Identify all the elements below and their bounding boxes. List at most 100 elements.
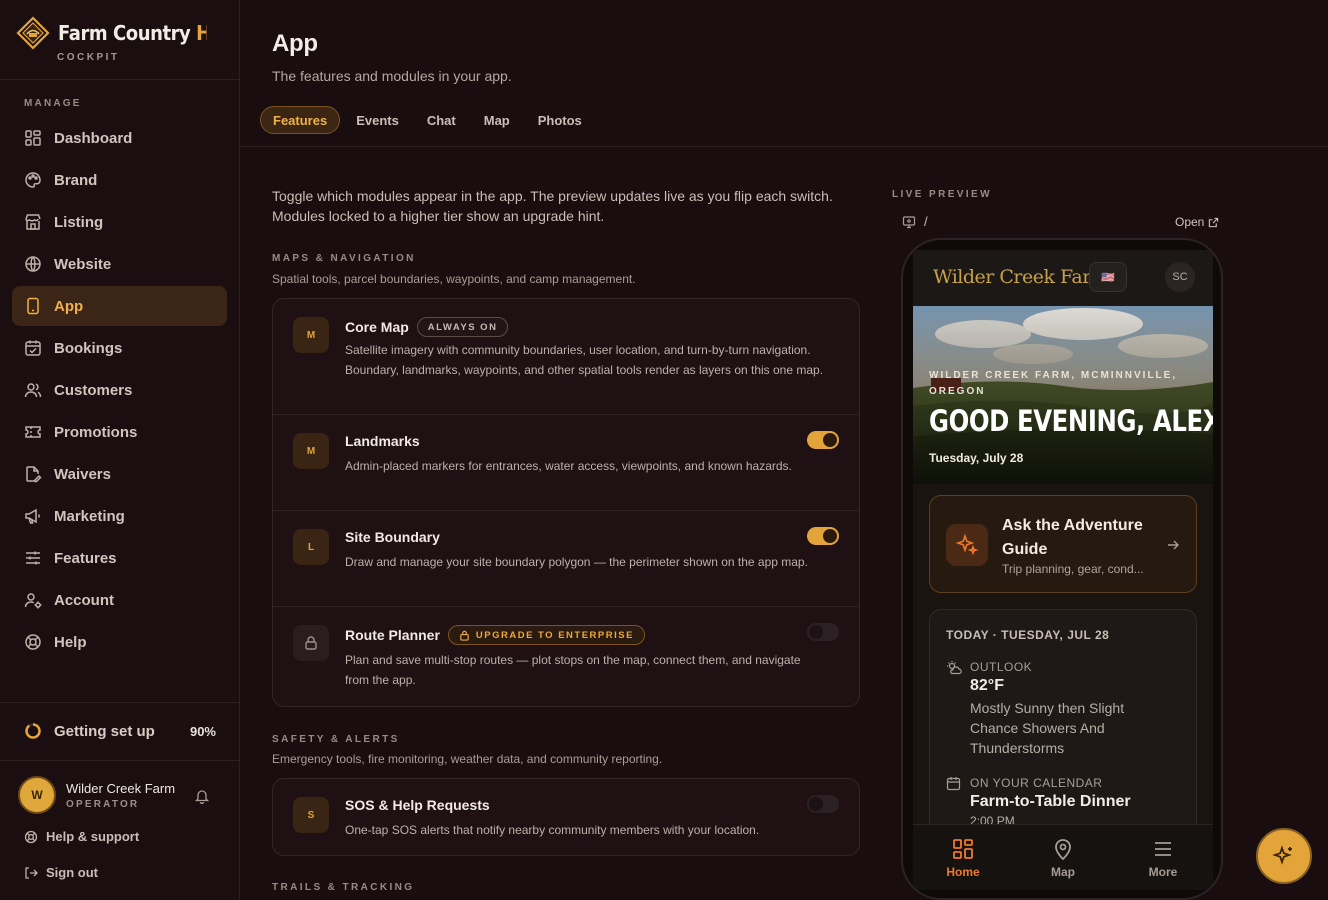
sign-out-link[interactable]: Sign out — [24, 865, 98, 880]
brand-logo-icon — [16, 16, 50, 50]
tab-events[interactable]: Events — [344, 106, 411, 134]
outlook-label: OUTLOOK — [970, 660, 1033, 674]
route-planner-toggle[interactable] — [807, 623, 839, 641]
hero-banner: WILDER CREEK FARM, MCMINNVILLE, OREGON G… — [913, 306, 1213, 484]
arrow-right-icon — [1168, 540, 1179, 550]
module-desc: Satellite imagery with community boundar… — [345, 343, 824, 377]
app-logo: Wilder Creek Farm — [933, 266, 1109, 288]
grid-icon — [953, 839, 973, 859]
globe-icon — [25, 256, 41, 272]
sidebar-item-features[interactable]: Features — [12, 538, 227, 578]
monitor-icon — [902, 215, 916, 228]
module-desc: Plan and save multi-stop routes — plot s… — [345, 653, 801, 687]
module-desc: Admin-placed markers for entrances, wate… — [345, 459, 792, 473]
sidebar-item-bookings[interactable]: Bookings — [12, 328, 227, 368]
sidebar-item-brand[interactable]: Brand — [12, 160, 227, 200]
tab-features[interactable]: Features — [260, 106, 341, 134]
main-content: App The features and modules in your app… — [240, 0, 1328, 900]
help-support-link[interactable]: Help & support — [24, 829, 139, 844]
module-card: S SOS & Help Requests One-tap SOS alerts… — [272, 778, 860, 856]
module-desc: One-tap SOS alerts that notify nearby co… — [345, 823, 760, 837]
sos-toggle[interactable] — [807, 795, 839, 813]
sidebar-item-label: Features — [54, 549, 117, 567]
upgrade-badge[interactable]: UPGRADE TO ENTERPRISE — [447, 625, 645, 645]
module-title: Landmarks — [345, 433, 420, 449]
tab-photos[interactable]: Photos — [526, 106, 594, 134]
store-icon — [25, 214, 41, 230]
tab-bar: Features Events Chat Map Photos — [260, 106, 598, 134]
sidebar-item-label: Customers — [54, 381, 133, 399]
lifebuoy-icon — [24, 830, 38, 843]
sidebar-item-customers[interactable]: Customers — [12, 370, 227, 410]
setup-label: Getting set up — [54, 722, 155, 740]
guide-title: Ask the Adventure Guide — [1002, 517, 1143, 558]
module-title: Core Map ALWAYS ON — [345, 317, 509, 337]
sidebar-item-promotions[interactable]: Promotions — [12, 412, 227, 452]
category-label: SAFETY & ALERTS — [272, 734, 400, 745]
hero-location: WILDER CREEK FARM, MCMINNVILLE, OREGON — [929, 370, 1178, 397]
sidebar-item-label: Waivers — [54, 465, 111, 483]
category-label: TRAILS & TRACKING — [272, 882, 415, 893]
sidebar-item-account[interactable]: Account — [12, 580, 227, 620]
user-profile[interactable]: W Wilder Creek Farm OPERATOR — [18, 776, 218, 816]
landmarks-toggle[interactable] — [807, 431, 839, 449]
sidebar-item-listing[interactable]: Listing — [12, 202, 227, 242]
module-row-site-boundary: L Site Boundary Draw and manage your sit… — [273, 511, 859, 607]
module-letter-icon: S — [293, 797, 329, 833]
sidebar-item-label: Marketing — [54, 507, 125, 525]
calendar-icon — [946, 777, 961, 791]
sidebar-item-label: Help — [54, 633, 87, 651]
ai-assistant-button[interactable] — [1256, 828, 1312, 884]
lock-icon — [293, 625, 329, 661]
help-support-label: Help & support — [46, 829, 140, 844]
app-avatar[interactable]: SC — [1165, 262, 1195, 292]
sidebar: Farm Country Hu... COCKPIT MANAGE Dashbo… — [0, 0, 240, 900]
sparkles-icon — [946, 524, 988, 566]
sidebar-item-app[interactable]: App — [12, 286, 227, 326]
module-card: M Core Map ALWAYS ON Satellite imagery wi… — [272, 298, 860, 707]
palette-icon — [25, 172, 41, 188]
module-title: Route Planner UPGRADE TO ENTERPRISE — [345, 625, 645, 645]
setup-progress[interactable]: Getting set up 90% — [24, 716, 216, 746]
app-tab-more[interactable]: More — [1113, 825, 1213, 890]
app-header: Wilder Creek Farm 🇺🇸 SC — [913, 250, 1213, 306]
sidebar-item-website[interactable]: Website — [12, 244, 227, 284]
sidebar-item-dashboard[interactable]: Dashboard — [12, 118, 227, 158]
category-desc: Emergency tools, fire monitoring, weathe… — [272, 752, 663, 766]
site-boundary-toggle[interactable] — [807, 527, 839, 545]
tab-chat[interactable]: Chat — [415, 106, 468, 134]
sidebar-item-label: Promotions — [54, 423, 138, 441]
module-title: Site Boundary — [345, 529, 440, 545]
user-cog-icon — [24, 593, 42, 609]
sidebar-item-help[interactable]: Help — [12, 622, 227, 662]
guide-subtitle: Trip planning, gear, cond... — [1002, 562, 1144, 576]
app-tab-bar: Home Map More — [913, 824, 1213, 890]
module-desc: Draw and manage your site boundary polyg… — [345, 555, 808, 569]
nav-section-label: MANAGE — [24, 98, 82, 109]
brand[interactable]: Farm Country Hu... COCKPIT — [16, 14, 223, 66]
preview-open-link[interactable]: Open — [1175, 215, 1219, 229]
sidebar-item-label: Bookings — [54, 339, 123, 357]
preview-label: LIVE PREVIEW — [892, 189, 992, 200]
intro-text: Toggle which modules appear in the app. … — [272, 188, 833, 224]
user-name: Wilder Creek Farm — [66, 781, 176, 796]
language-flag-button[interactable]: 🇺🇸 — [1089, 262, 1127, 292]
sign-out-label: Sign out — [46, 865, 98, 880]
adventure-guide-card[interactable]: Ask the Adventure Guide Trip planning, g… — [929, 495, 1197, 593]
module-row-sos: S SOS & Help Requests One-tap SOS alerts… — [273, 779, 859, 855]
app-tab-home[interactable]: Home — [913, 825, 1013, 890]
brand-name: Farm Country Hu... — [58, 21, 207, 45]
sidebar-item-marketing[interactable]: Marketing — [12, 496, 227, 536]
dashboard-icon — [25, 130, 41, 146]
divider — [0, 760, 240, 761]
app-tab-map[interactable]: Map — [1013, 825, 1113, 890]
map-pin-icon — [1055, 839, 1071, 861]
page-title: App — [272, 30, 318, 57]
sidebar-item-label: Account — [54, 591, 114, 609]
sidebar-item-waivers[interactable]: Waivers — [12, 454, 227, 494]
megaphone-icon — [25, 508, 40, 524]
tab-map[interactable]: Map — [472, 106, 522, 134]
brand-subtitle: COCKPIT — [57, 52, 120, 63]
bell-icon[interactable] — [194, 788, 210, 804]
phone-icon — [27, 297, 39, 315]
